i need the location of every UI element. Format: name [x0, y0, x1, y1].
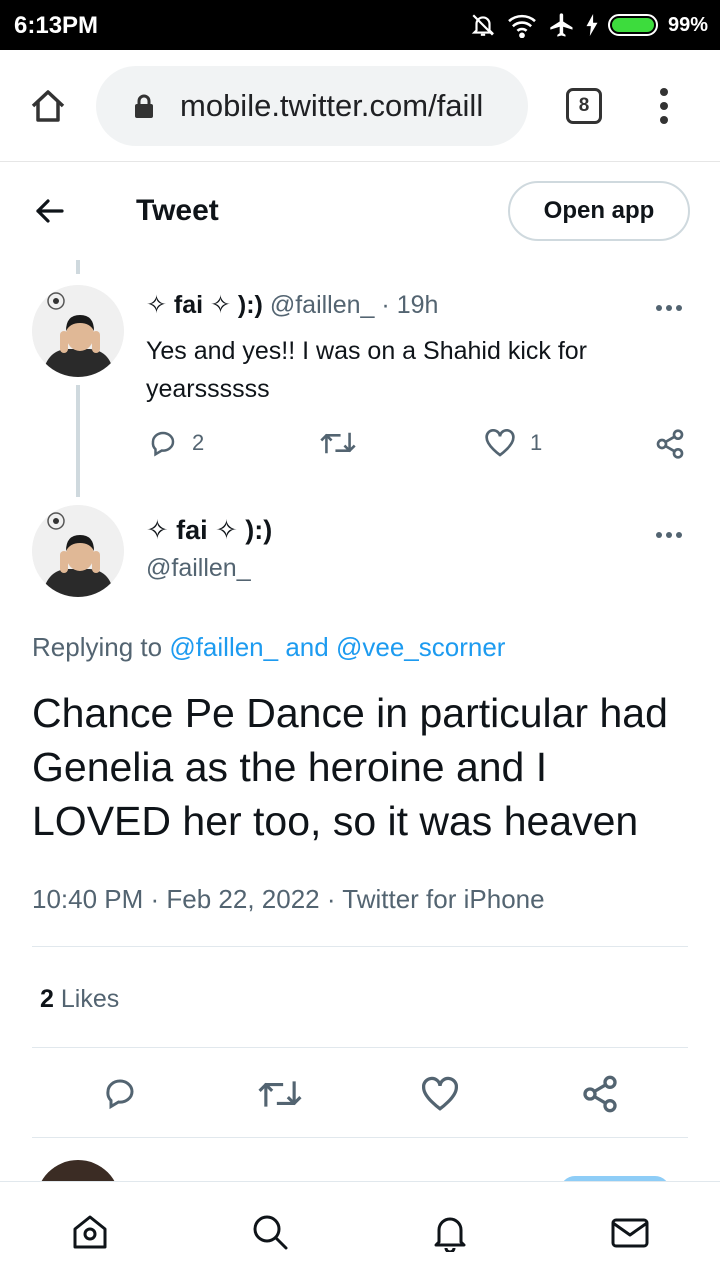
browser-toolbar: mobile.twitter.com/faill 8	[0, 50, 720, 162]
messages-icon[interactable]	[610, 1212, 650, 1252]
tab-switcher-button[interactable]: 8	[566, 88, 602, 124]
reply-icon[interactable]	[102, 1075, 138, 1111]
mute-icon	[471, 14, 495, 36]
share-icon	[656, 429, 684, 459]
parent-tweet-header: ✧ fai ✧ ):) @faillen_ · 19h	[146, 290, 438, 320]
status-time: 6:13PM	[14, 12, 99, 39]
separator: ·	[381, 291, 390, 319]
share-icon[interactable]	[580, 1074, 620, 1114]
likes-count: 2	[40, 985, 54, 1013]
replying-and: and	[285, 632, 329, 662]
thread-line	[76, 385, 80, 497]
likes-label: Likes	[60, 985, 120, 1013]
reply-action[interactable]: 2	[148, 428, 204, 458]
share-action[interactable]	[654, 428, 686, 460]
display-name[interactable]: ✧ fai ✧ ):)	[146, 515, 272, 546]
tweet-text: Chance Pe Dance in particular had Geneli…	[32, 690, 668, 844]
divider	[32, 946, 688, 947]
tweet-time[interactable]: 19h	[397, 291, 439, 319]
tweet-header: Tweet Open app	[0, 162, 720, 260]
replying-to: Replying to @faillen_ and @vee_scorner	[32, 632, 505, 663]
battery-icon	[607, 14, 658, 36]
back-arrow-icon[interactable]	[34, 196, 66, 226]
like-count: 1	[530, 430, 543, 455]
tweet-timestamp[interactable]: 10:40 PM · Feb 22, 2022 · Twitter for iP…	[32, 884, 545, 915]
display-name[interactable]: ✧ fai ✧ ):)	[146, 291, 263, 319]
replying-prefix: Replying to	[32, 632, 163, 662]
retweet-action[interactable]	[320, 428, 356, 458]
avatar-illustration	[32, 505, 124, 597]
retweet-icon	[320, 432, 356, 454]
notifications-icon[interactable]	[430, 1212, 470, 1252]
like-icon	[485, 429, 515, 457]
avatar[interactable]	[32, 505, 124, 597]
open-app-button[interactable]: Open app	[508, 181, 690, 241]
reply-count: 2	[192, 430, 205, 455]
battery-percent: 99%	[667, 13, 708, 36]
replying-user-link[interactable]: @faillen_	[169, 632, 278, 662]
status-icons: 99%	[470, 10, 708, 40]
bottom-nav	[0, 1181, 720, 1280]
handle[interactable]: @faillen_	[146, 554, 251, 583]
reply-icon	[151, 431, 175, 457]
page-title: Tweet	[136, 194, 219, 227]
avatar[interactable]	[32, 285, 124, 377]
thread-line-top	[76, 260, 80, 274]
charging-icon	[586, 14, 598, 36]
address-bar[interactable]: mobile.twitter.com/faill	[96, 66, 528, 146]
search-icon[interactable]	[250, 1212, 290, 1252]
lock-icon	[135, 94, 153, 118]
home-icon[interactable]	[70, 1212, 110, 1252]
handle[interactable]: @faillen_	[270, 291, 375, 319]
divider	[32, 1137, 688, 1138]
avatar-illustration	[32, 285, 124, 377]
status-bar: 6:13PM 99%	[0, 0, 720, 50]
like-action[interactable]: 1	[484, 428, 542, 458]
more-options-icon[interactable]	[656, 525, 686, 538]
divider	[32, 1047, 688, 1048]
airplane-icon	[550, 13, 573, 37]
url-text: mobile.twitter.com/faill	[180, 88, 484, 123]
retweet-icon[interactable]	[258, 1076, 302, 1112]
parent-tweet-text: Yes and yes!! I was on a Shahid kick for…	[146, 337, 587, 403]
menu-icon[interactable]	[654, 86, 674, 126]
home-icon[interactable]	[28, 86, 68, 126]
more-options-icon[interactable]	[656, 298, 686, 311]
wifi-icon	[508, 14, 536, 38]
like-icon[interactable]	[420, 1076, 460, 1112]
replying-user-link[interactable]: @vee_scorner	[336, 632, 505, 662]
likes-summary[interactable]: 2 Likes	[40, 985, 119, 1014]
